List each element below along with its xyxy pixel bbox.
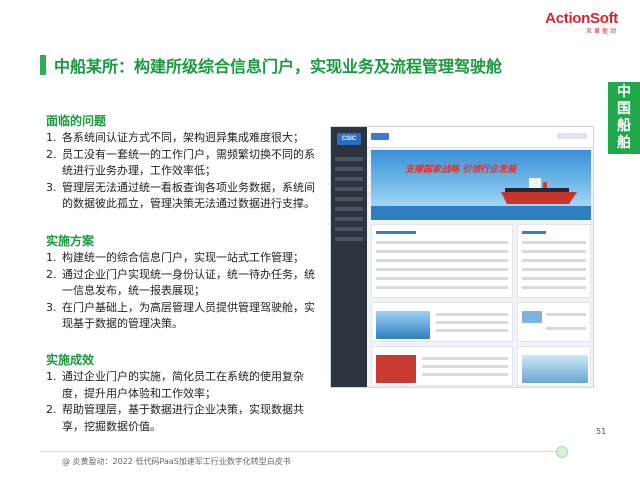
list-item: 3. 管理层无法通过统一看板查询各项业务数据，系统间的数据彼此孤立，管理决策无法通…: [46, 180, 321, 213]
page-title: 中船某所：构建所级综合信息门户，实现业务及流程管理驾驶舱: [54, 57, 503, 76]
portal-menu-item: [335, 177, 363, 181]
page-number: 51: [596, 427, 607, 436]
news-image: [376, 311, 430, 339]
list-number: 1.: [46, 370, 57, 383]
news-image: [522, 311, 542, 323]
panel-row: [376, 259, 508, 262]
footer-divider: [40, 451, 560, 452]
side-tab-char: 中: [617, 84, 631, 100]
list-item: 1. 通过企业门户的实施，简化员工在系统的使用复杂度，提升用户体验和工作效率；: [46, 369, 321, 402]
panel-row: [522, 286, 586, 289]
ship-illustration: [501, 178, 577, 204]
problems-list: 1. 各系统间认证方式不同，架构迥异集成难度很大； 2. 员工没有一套统一的工作门户…: [46, 130, 321, 213]
logo-main-text: ActionSoft: [545, 10, 618, 27]
list-item: 3. 在门户基础上，为高层管理人员提供管理驾驶舱，实现基于数据的管理决策。: [46, 300, 321, 333]
portal-list-panel: [371, 224, 513, 298]
list-text: 在门户基础上，为高层管理人员提供管理驾驶舱，实现基于数据的管理决策。: [62, 300, 315, 331]
csic-logo: CSIC: [337, 133, 361, 145]
side-tab-char: 舶: [617, 135, 631, 151]
panel-row: [376, 286, 508, 289]
list-text: 通过企业门户实现统一身份认证，统一待办任务，统一信息发布，统一报表展现；: [62, 267, 315, 298]
panel-row: [422, 373, 508, 376]
section-heading-results: 实施成效: [46, 353, 95, 367]
portal-menu-item: [335, 187, 363, 191]
portal-tab: [371, 133, 389, 140]
panel-row: [422, 357, 508, 360]
news-image: [522, 355, 588, 383]
list-text: 构建统一的综合信息门户，实现一站式工作管理；: [62, 251, 304, 264]
list-number: 3.: [46, 180, 57, 194]
portal-menu-item: [335, 157, 363, 161]
list-number: 2.: [46, 147, 57, 161]
panel-row: [522, 268, 586, 271]
footer-dot: [556, 446, 568, 458]
logo-sub-text: 炎黄盈动: [585, 28, 618, 35]
list-item: 1. 构建统一的综合信息门户，实现一站式工作管理；: [46, 250, 321, 267]
panel-row: [376, 241, 508, 244]
side-tab-char: 船: [617, 118, 631, 134]
list-text: 管理层无法通过统一看板查询各项业务数据，系统间的数据彼此孤立，管理决策无法通过数…: [62, 180, 315, 211]
list-text: 帮助管理层，基于数据进行企业决策，实现数据共享，挖掘数据价值。: [62, 403, 304, 433]
portal-sidebar: CSIC: [331, 127, 367, 387]
portal-news-panel: [371, 346, 513, 386]
portal-news-panel: [517, 302, 591, 342]
portal-banner: 支撑国家战略 引领行业发展: [371, 150, 591, 220]
portal-user-area: [557, 133, 587, 139]
side-tab-char: 国: [617, 101, 631, 117]
portal-menu-item: [335, 227, 363, 231]
section-heading-plan: 实施方案: [46, 234, 95, 248]
panel-row: [376, 268, 508, 271]
panel-row: [522, 259, 586, 262]
panel-header: [376, 231, 416, 234]
list-number: 1.: [46, 131, 57, 144]
portal-list-panel: [517, 224, 591, 298]
portal-topbar: [367, 127, 593, 148]
list-text: 通过企业门户的实施，简化员工在系统的使用复杂度，提升用户体验和工作效率；: [62, 370, 304, 400]
panel-row: [522, 250, 586, 253]
title-accent-bar: [40, 55, 46, 75]
panel-row: [376, 277, 508, 280]
panel-row: [546, 327, 586, 330]
plan-list: 1. 构建统一的综合信息门户，实现一站式工作管理； 2. 通过企业门户实现统一身份认…: [46, 250, 321, 333]
list-item: 2. 通过企业门户实现统一身份认证，统一待办任务，统一信息发布，统一报表展现；: [46, 267, 321, 300]
list-number: 1.: [46, 251, 57, 264]
portal-screenshot: CSIC 支撑国家战略 引领行业发展: [330, 126, 594, 388]
list-item: 1. 各系统间认证方式不同，架构迥异集成难度很大；: [46, 130, 321, 147]
portal-menu-item: [335, 237, 363, 241]
sea: [371, 206, 591, 220]
side-tab-china-shipbuilding: 中 国 船 舶: [608, 82, 640, 154]
list-number: 3.: [46, 300, 57, 314]
list-number: 2.: [46, 403, 57, 416]
portal-news-panel: [517, 346, 591, 386]
panel-row: [522, 241, 586, 244]
portal-menu-item: [335, 167, 363, 171]
list-text: 员工没有一套统一的工作门户，需频繁切换不同的系统进行业务办理，工作效率低；: [62, 147, 315, 178]
portal-menu-item: [335, 207, 363, 211]
section-heading-problems: 面临的问题: [46, 114, 107, 128]
results-list: 1. 通过企业门户的实施，简化员工在系统的使用复杂度，提升用户体验和工作效率； 2…: [46, 369, 321, 435]
list-item: 2. 员工没有一套统一的工作门户，需频繁切换不同的系统进行业务办理，工作效率低；: [46, 147, 321, 180]
list-text: 各系统间认证方式不同，架构迥异集成难度很大；: [62, 131, 304, 144]
portal-menu-item: [335, 217, 363, 221]
news-image: [376, 355, 416, 383]
panel-row: [436, 313, 508, 316]
panel-row: [376, 250, 508, 253]
panel-row: [436, 321, 508, 324]
portal-menu-item: [335, 197, 363, 201]
footer-text: @ 炎黄盈动：2022 低代码PaaS加速军工行业数字化转型白皮书: [62, 457, 291, 466]
panel-row: [522, 277, 586, 280]
panel-row: [546, 313, 586, 316]
actionsoft-logo: ActionSoft 炎黄盈动: [545, 10, 618, 35]
list-item: 2. 帮助管理层，基于数据进行企业决策，实现数据共享，挖掘数据价值。: [46, 402, 321, 435]
list-number: 2.: [46, 267, 57, 281]
panel-row: [422, 365, 508, 368]
panel-row: [436, 329, 508, 332]
portal-news-panel: [371, 302, 513, 342]
panel-header: [522, 231, 546, 234]
